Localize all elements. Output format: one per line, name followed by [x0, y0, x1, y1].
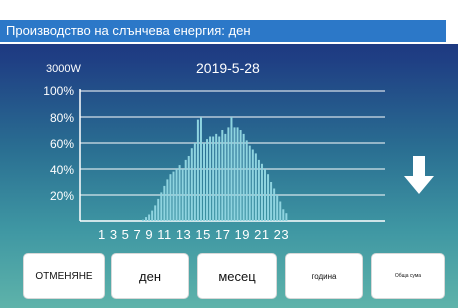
bar-45	[279, 201, 282, 221]
bar-9	[169, 174, 172, 221]
bar-20	[203, 143, 205, 221]
bar-30	[233, 127, 236, 221]
year-button[interactable]: година	[286, 254, 362, 298]
bar-0	[142, 219, 144, 221]
bar-15	[187, 156, 190, 221]
bar-6	[160, 192, 163, 221]
bar-44	[276, 195, 279, 221]
bar-31	[236, 127, 239, 221]
bar-46	[282, 209, 285, 221]
y-label-40: 40%	[49, 163, 74, 177]
bar-2	[148, 214, 151, 221]
bar-33	[242, 133, 245, 221]
cancel-button[interactable]: ОТМЕНЯНЕ	[24, 254, 104, 298]
y-label-20: 20%	[49, 189, 74, 203]
bar-42	[270, 182, 273, 221]
bar-27	[224, 133, 227, 221]
bar-40	[264, 169, 266, 221]
bar-12	[178, 165, 181, 221]
bar-26	[221, 130, 224, 221]
y-label-60: 60%	[49, 137, 74, 151]
bar-1	[145, 217, 148, 221]
arrow-down-icon[interactable]	[404, 156, 434, 194]
bar-11	[175, 169, 178, 221]
bar-24	[215, 133, 218, 221]
bar-10	[172, 171, 175, 221]
bar-37	[254, 153, 257, 221]
bar-19	[199, 117, 202, 221]
bar-39	[260, 163, 263, 221]
y-label-100: 100%	[43, 84, 74, 98]
bar-16	[190, 148, 193, 221]
solar-production-screen: Производство на слънчева енергия: ден 30…	[0, 0, 458, 308]
bar-14	[184, 159, 187, 221]
bar-17	[193, 143, 196, 221]
bar-7	[163, 185, 166, 221]
bar-23	[212, 136, 215, 221]
month-button[interactable]: месец	[198, 254, 276, 298]
y-label-80: 80%	[49, 111, 74, 125]
bar-13	[181, 169, 184, 221]
bar-34	[245, 140, 248, 221]
bar-22	[209, 136, 212, 221]
bar-18	[196, 119, 199, 221]
day-button[interactable]: ден	[112, 254, 188, 298]
bar-32	[239, 130, 242, 221]
bar-29	[230, 117, 233, 221]
bar-3	[151, 210, 154, 221]
bar-4	[154, 205, 157, 221]
x-axis-labels: 1 3 5 7 9 11 13 15 17 19 21 23	[98, 227, 290, 242]
bar-28	[227, 127, 230, 221]
bar-5	[157, 198, 160, 221]
bar-47	[285, 213, 288, 221]
bar-43	[273, 188, 276, 221]
bar-8	[166, 179, 169, 221]
bar-41	[267, 174, 270, 221]
total-button[interactable]: Обща сума	[372, 254, 444, 298]
bar-38	[257, 159, 260, 221]
bar-35	[248, 145, 251, 221]
bar-21	[206, 139, 209, 221]
bar-25	[218, 136, 221, 221]
bar-36	[251, 149, 254, 221]
